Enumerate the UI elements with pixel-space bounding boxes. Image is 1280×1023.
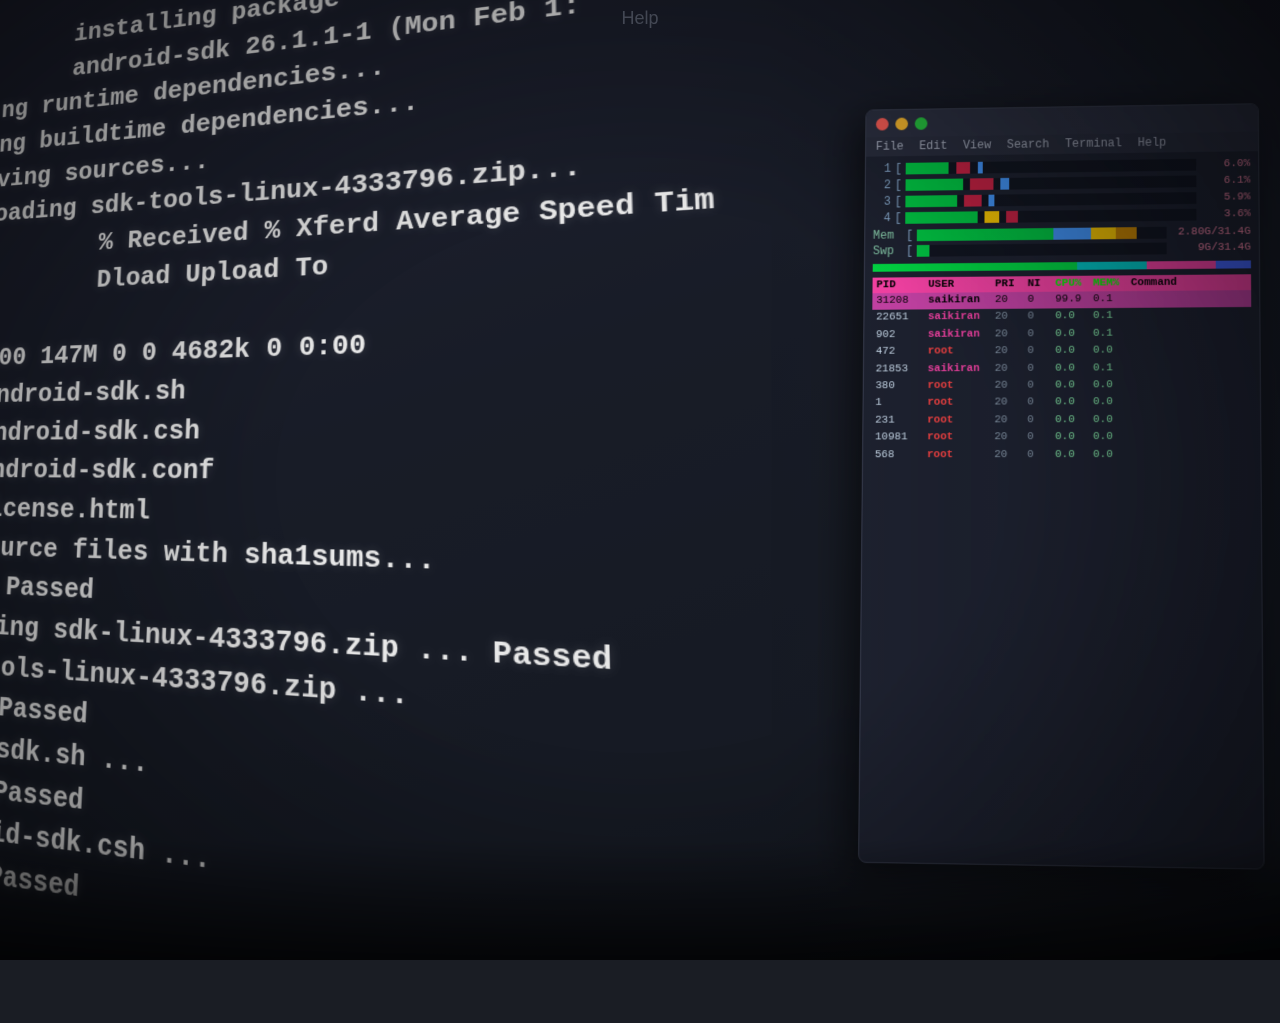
menu-file[interactable]: File [876,140,904,154]
mem-label: Mem [873,229,902,243]
cpu-value-1: 6.0% [1200,158,1250,170]
maximize-button[interactable] [915,117,928,130]
swap-row: Swp [ 9G/31.4G [873,241,1251,259]
swap-value: 9G/31.4G [1171,242,1251,255]
cpu-value-4: 3.6% [1200,208,1250,220]
col-ni: NI [1028,278,1048,290]
cpu-row-2: 2 [ 6.1% [873,174,1250,193]
col-command: Command [1131,277,1177,289]
process-row: 380 root 20 0 0.0 0.0 [871,377,1251,396]
col-mem: MEM% [1093,277,1123,289]
col-pid: PID [876,279,920,291]
process-row: 231 root 20 0 0.0 0.0 [871,411,1252,429]
cpu-label-1: 1 [874,162,892,176]
col-user: USER [928,279,987,291]
process-row: 21853 saikiran 20 0 0.0 0.1 [872,359,1252,378]
minimize-button[interactable] [895,117,908,130]
menu-edit[interactable]: Edit [919,139,947,153]
swap-label: Swp [873,244,902,258]
cpu-label-3: 3 [873,195,891,209]
process-row: 472 root 20 0 0.0 0.0 [872,342,1252,361]
menu-search[interactable]: Search [1007,138,1049,152]
mem-bar [917,227,1167,241]
cpu-row-1: 1 [ 6.0% [874,157,1251,176]
terminal-content: installing package android-sdk 26.1.1-1 … [0,0,852,1023]
help-menu-label: Help [621,8,658,29]
color-indicator [873,260,1251,271]
cpu-bar-1 [906,159,1196,175]
col-cpu: CPU% [1055,278,1085,290]
cpu-value-3: 5.9% [1200,191,1250,203]
swap-bar [917,243,1167,257]
cpu-row-4: 4 [ 3.6% [873,207,1251,225]
col-pri: PRI [995,278,1020,290]
cpu-section: 1 [ 6.0% 2 [ 6.1% [873,157,1251,225]
htop-window: File Edit View Search Terminal Help 1 [ … [858,103,1265,869]
cpu-label-2: 2 [873,179,891,193]
process-row: 1 root 20 0 0.0 0.0 [871,394,1252,413]
close-button[interactable] [876,117,889,130]
menu-view[interactable]: View [963,138,991,152]
cpu-bar-3 [906,192,1197,207]
cpu-bar-2 [906,175,1197,190]
process-row: 568 root 20 0 0.0 0.0 [871,446,1253,464]
htop-body: 1 [ 6.0% 2 [ 6.1% [863,151,1261,470]
menu-terminal[interactable]: Terminal [1065,136,1122,150]
cpu-row-3: 3 [ 5.9% [873,190,1250,208]
process-row: 10981 root 20 0 0.0 0.0 [871,429,1252,447]
mem-value: 2.80G/31.4G [1171,226,1251,239]
menu-help[interactable]: Help [1138,136,1167,150]
cpu-label-4: 4 [873,211,891,225]
cpu-bar-4 [905,209,1196,224]
process-row: 902 saikiran 20 0 0.0 0.1 [872,325,1252,345]
process-list: 31208 saikiran 20 0 99.9 0.1 22651 saiki… [871,290,1253,464]
cpu-value-2: 6.1% [1200,175,1250,187]
mem-row: Mem [ 2.80G/31.4G [873,225,1251,243]
